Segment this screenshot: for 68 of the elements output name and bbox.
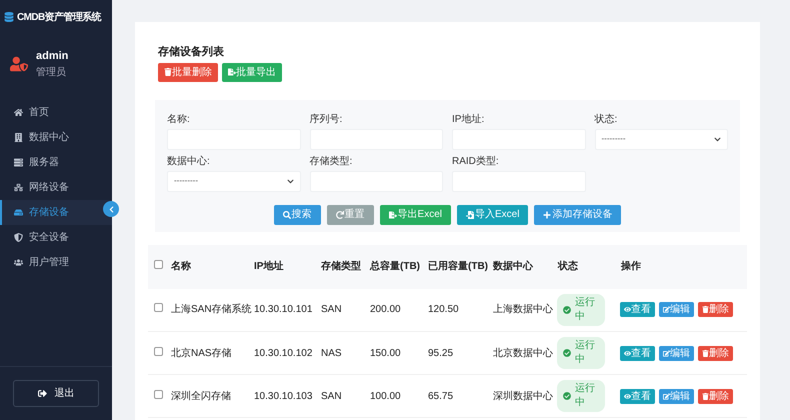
table-cell: 120.50 bbox=[428, 304, 459, 316]
column-header: 已用容量(TB) bbox=[428, 261, 488, 272]
table-cell: 深圳数据中心 bbox=[493, 390, 553, 402]
column-header: 操作 bbox=[621, 261, 641, 272]
table-cell: NAS bbox=[321, 348, 342, 358]
row-action-button[interactable]: 编辑 bbox=[659, 388, 694, 404]
status-badge: 运行中 bbox=[557, 294, 605, 326]
filter-label: 序列号: bbox=[310, 112, 344, 126]
column-header: 数据中心 bbox=[493, 261, 533, 272]
column-header: 存储类型 bbox=[321, 261, 361, 272]
row-action-button[interactable]: 删除 bbox=[698, 346, 733, 360]
table-cell: SAN bbox=[321, 390, 342, 402]
status-badge: 运行中 bbox=[557, 337, 605, 369]
filter-action-button[interactable]: 导入Excel bbox=[457, 204, 528, 224]
sidebar-item[interactable]: 服务器 bbox=[0, 150, 112, 174]
row-action-button[interactable]: 查看 bbox=[620, 346, 655, 360]
sidebar-item[interactable]: 用户管理 bbox=[0, 250, 112, 274]
filter-action-button[interactable]: 添加存储设备 bbox=[534, 204, 622, 224]
sidebar-item[interactable]: 数据中心 bbox=[0, 124, 112, 150]
row-action-button[interactable]: 删除 bbox=[698, 388, 733, 404]
table-cell: SAN bbox=[321, 304, 342, 316]
row-action-button[interactable]: 查看 bbox=[620, 388, 655, 404]
column-header: 总容量(TB) bbox=[370, 261, 420, 272]
filter-label: 名称: bbox=[167, 112, 191, 126]
column-header: IP地址 bbox=[254, 261, 284, 272]
table-cell: 10.30.10.101 bbox=[254, 304, 312, 316]
filter-label: RAID类型: bbox=[452, 154, 500, 168]
row-action-button[interactable]: 编辑 bbox=[659, 302, 694, 318]
table-cell: 北京数据中心 bbox=[493, 348, 553, 358]
table-cell: 深圳全闪存储 bbox=[171, 390, 231, 402]
filter-action-button[interactable]: 导出Excel bbox=[380, 204, 451, 224]
filter-action-button[interactable]: 搜索 bbox=[274, 204, 321, 224]
filter-label: 数据中心: bbox=[167, 154, 211, 168]
page-title: 存储设备列表 bbox=[158, 44, 225, 60]
filter-label: 存储类型: bbox=[310, 154, 354, 168]
table-cell: 上海数据中心 bbox=[493, 304, 553, 316]
row-action-button[interactable]: 编辑 bbox=[659, 346, 694, 360]
row-action-button[interactable]: 查看 bbox=[620, 302, 655, 318]
column-header: 名称 bbox=[171, 261, 191, 272]
select-value: --------- bbox=[174, 175, 198, 187]
table-cell: 10.30.10.103 bbox=[254, 390, 312, 402]
filter-action-button[interactable]: 重置 bbox=[326, 204, 374, 224]
filter-label: IP地址: bbox=[452, 112, 486, 126]
sidebar-item[interactable]: 存储设备 bbox=[0, 200, 112, 224]
table-cell: 上海SAN存储系统 bbox=[171, 304, 252, 316]
sidebar-item[interactable]: 安全设备 bbox=[0, 224, 112, 250]
table-cell: 10.30.10.102 bbox=[254, 348, 312, 358]
select-field[interactable]: --------- bbox=[167, 170, 300, 192]
user-role: 管理员 bbox=[36, 66, 67, 80]
column-header: 状态 bbox=[558, 261, 578, 272]
sidebar-item[interactable]: 首页 bbox=[0, 100, 112, 124]
select-value: --------- bbox=[602, 133, 626, 145]
logout-button[interactable]: 退出 bbox=[13, 380, 99, 407]
select-field[interactable]: --------- bbox=[594, 128, 728, 150]
app-title: CMDB资产管理系统 bbox=[17, 10, 101, 24]
bulk-action-button[interactable]: 批量导出 bbox=[222, 62, 282, 82]
sidebar-item[interactable]: 网络设备 bbox=[0, 174, 112, 200]
table-cell: 65.75 bbox=[428, 390, 454, 402]
table-cell: 100.00 bbox=[370, 390, 401, 402]
table-cell: 95.25 bbox=[428, 348, 454, 358]
row-action-button[interactable]: 删除 bbox=[698, 302, 733, 318]
filter-label: 状态: bbox=[594, 112, 618, 126]
table-cell: 北京NAS存储 bbox=[171, 348, 232, 358]
table-cell: 150.00 bbox=[370, 348, 401, 358]
user-name: admin bbox=[36, 49, 68, 64]
status-badge: 运行中 bbox=[557, 380, 605, 412]
table-cell: 200.00 bbox=[370, 304, 401, 316]
bulk-action-button[interactable]: 批量删除 bbox=[158, 62, 218, 82]
